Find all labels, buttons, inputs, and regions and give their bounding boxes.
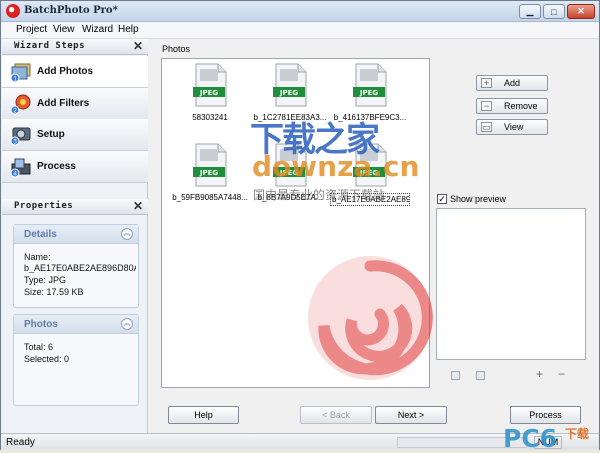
photo-filename: b_59FB9085A7448... (172, 193, 248, 202)
next-button[interactable]: Next > (375, 406, 447, 424)
watermark-slogan: 国内最专业的资源下载站 (253, 188, 386, 202)
photos-label: Photos (162, 44, 191, 54)
close-wizard-panel-icon[interactable]: ✕ (133, 39, 143, 53)
photos-total: Total: 6 (24, 342, 54, 352)
wizard-step-setup[interactable]: 3 Setup (2, 119, 148, 151)
view-button-label: View (504, 122, 524, 132)
add-button-label: Add (504, 78, 521, 88)
close-icon: ✕ (577, 6, 585, 16)
details-title: Details (24, 229, 57, 240)
photos-selected: Selected: 0 (24, 354, 70, 364)
zoom-in-icon[interactable]: + (535, 368, 544, 380)
view-photo-button[interactable]: ▭ View (476, 119, 548, 135)
photo-thumbnail[interactable]: JPEG 58303241 (170, 63, 250, 138)
wizard-step-label: Add Filters (37, 98, 90, 109)
jpeg-file-icon: JPEG (353, 63, 387, 107)
wizard-step-label: Add Photos (37, 66, 94, 77)
jpeg-file-icon: JPEG (193, 63, 227, 107)
app-logo-icon (6, 4, 20, 18)
collapse-chevron-icon[interactable]: ︽ (121, 228, 133, 240)
wizard-step-label: Setup (37, 129, 65, 140)
jpeg-file-icon: JPEG (193, 143, 227, 187)
view-icon: ▭ (481, 122, 492, 132)
menu-bar: Project View Wizard Help (1, 22, 599, 39)
properties-header: Properties ✕ (2, 199, 148, 215)
back-button[interactable]: < Back (300, 406, 372, 424)
photos-card-header[interactable]: Photos ︽ (14, 315, 138, 334)
details-name-value: b_AE17E0ABE2AE896D80A758FC50989223 (24, 263, 136, 273)
plus-icon: + (481, 78, 492, 88)
photos-card-title: Photos (24, 319, 58, 330)
menu-wizard[interactable]: Wizard (82, 24, 113, 35)
step-number-4: 4 (13, 171, 17, 178)
details-card: Details ︽ Name: b_AE17E0ABE2AE896D80A758… (13, 224, 139, 308)
watermark-swirl-logo (308, 256, 433, 380)
photo-thumbnail[interactable]: JPEG b_59FB9085A7448... (170, 143, 250, 218)
menu-project[interactable]: Project (16, 24, 47, 35)
step-number-1: 1 (13, 76, 17, 83)
jpeg-badge-text: JPEG (279, 89, 299, 97)
step-number-3: 3 (13, 139, 17, 146)
zoom-out-icon[interactable]: − (557, 368, 566, 380)
menu-help[interactable]: Help (118, 24, 139, 35)
wizard-steps-header: Wizard Steps ✕ (2, 39, 148, 55)
preview-area (436, 208, 586, 360)
jpeg-file-icon: JPEG (273, 63, 307, 107)
watermark-domain: downza.cn (252, 150, 420, 183)
remove-button-label: Remove (504, 101, 538, 111)
jpeg-badge-text: JPEG (199, 169, 219, 177)
minimize-button[interactable]: ▁ (519, 4, 541, 19)
title-bar[interactable]: BatchPhoto Pro* ▁ □ ✕ (1, 1, 599, 22)
watermark-pc6-xz: 下载 (565, 427, 590, 441)
photos-summary-card: Photos ︽ Total: 6 Selected: 0 (13, 314, 139, 406)
minus-icon: − (481, 101, 492, 111)
wizard-step-label: Process (37, 161, 76, 172)
step-number-2: 2 (13, 108, 17, 115)
maximize-icon: □ (551, 6, 557, 17)
jpeg-badge-text: JPEG (199, 89, 219, 97)
wizard-steps-title: Wizard Steps (14, 41, 86, 51)
photo-filename: 58303241 (192, 113, 228, 122)
photos-icon: 1 (10, 63, 31, 83)
window-title: BatchPhoto Pro* (24, 5, 118, 16)
details-size: Size: 17.59 KB (24, 287, 84, 297)
show-preview-checkbox[interactable]: ✓ (437, 194, 447, 204)
wizard-step-add-filters[interactable]: 2 Add Filters (2, 88, 148, 120)
close-button[interactable]: ✕ (567, 4, 595, 19)
left-sidebar: Wizard Steps ✕ 1 Add Photos 2 Add Filter… (2, 39, 148, 433)
show-preview-label[interactable]: Show preview (450, 194, 506, 204)
process-icon: 4 (10, 158, 31, 178)
collapse-chevron-icon[interactable]: ︽ (121, 318, 133, 330)
help-button[interactable]: Help (168, 406, 239, 424)
details-card-header[interactable]: Details ︽ (14, 225, 138, 244)
details-name-label: Name: (24, 252, 51, 262)
menu-view[interactable]: View (53, 24, 75, 35)
filters-icon: 2 (10, 94, 31, 115)
details-type: Type: JPG (24, 275, 67, 285)
wizard-step-process[interactable]: 4 Process (2, 151, 148, 183)
add-photo-button[interactable]: + Add (476, 75, 548, 91)
setup-gear-icon: 3 (10, 127, 31, 146)
wizard-step-add-photos[interactable]: 1 Add Photos (2, 56, 148, 88)
process-button[interactable]: Process (510, 406, 581, 424)
watermark-pc6-logo: PC6 (503, 424, 558, 453)
maximize-button[interactable]: □ (543, 4, 565, 19)
minimize-icon: ▁ (526, 6, 534, 16)
status-text: Ready (6, 437, 35, 448)
properties-title: Properties (14, 201, 74, 211)
remove-photo-button[interactable]: − Remove (476, 98, 548, 114)
jpeg-badge-text: JPEG (359, 89, 379, 97)
preview-actual-size-icon[interactable] (476, 371, 485, 380)
close-properties-panel-icon[interactable]: ✕ (133, 199, 143, 213)
preview-fit-icon[interactable] (451, 371, 460, 380)
